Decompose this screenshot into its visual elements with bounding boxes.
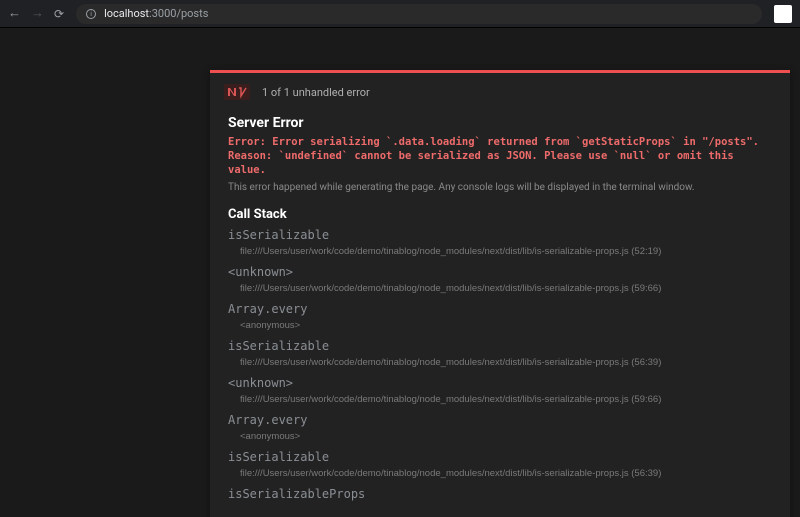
frame-function: Array.every bbox=[228, 302, 772, 316]
stack-frame: isSerializable file:///Users/user/work/co… bbox=[228, 339, 772, 368]
extension-icon[interactable] bbox=[774, 5, 792, 23]
frame-function: <unknown> bbox=[228, 265, 772, 279]
error-title: Server Error bbox=[228, 115, 772, 131]
frame-function: isSerializable bbox=[228, 450, 772, 464]
url-host: localhost bbox=[104, 7, 149, 20]
frame-function: isSerializableProps bbox=[228, 487, 772, 501]
browser-toolbar: ← → ⟳ i localhost:3000/posts bbox=[0, 0, 800, 28]
frame-function: isSerializable bbox=[228, 228, 772, 242]
error-header: 1 of 1 unhandled error bbox=[210, 73, 790, 111]
address-bar[interactable]: i localhost:3000/posts bbox=[76, 4, 762, 24]
page-viewport: 1 of 1 unhandled error Server Error Erro… bbox=[0, 28, 800, 517]
stack-frame: isSerializable file:///Users/user/work/co… bbox=[228, 450, 772, 479]
frame-location: file:///Users/user/work/code/demo/tinabl… bbox=[240, 246, 772, 257]
error-overlay: 1 of 1 unhandled error Server Error Erro… bbox=[210, 70, 790, 517]
url-path: :3000/posts bbox=[149, 7, 208, 20]
error-message-line1: Error: Error serializing `.data.loading`… bbox=[228, 135, 772, 149]
stack-frame: <unknown> file:///Users/user/work/code/de… bbox=[228, 265, 772, 294]
error-body: Server Error Error: Error serializing `.… bbox=[210, 115, 790, 501]
stack-frame: Array.every <anonymous> bbox=[228, 413, 772, 442]
error-count: 1 of 1 unhandled error bbox=[262, 86, 370, 99]
frame-function: isSerializable bbox=[228, 339, 772, 353]
callstack-list: isSerializable file:///Users/user/work/co… bbox=[228, 228, 772, 501]
nextjs-logo-icon bbox=[224, 83, 250, 101]
stack-frame: isSerializableProps bbox=[228, 487, 772, 501]
nav-controls: ← → ⟳ bbox=[8, 7, 64, 21]
frame-function: <unknown> bbox=[228, 376, 772, 390]
reload-button[interactable]: ⟳ bbox=[54, 7, 64, 21]
frame-function: Array.every bbox=[228, 413, 772, 427]
site-info-icon[interactable]: i bbox=[86, 9, 96, 19]
url-text: localhost:3000/posts bbox=[104, 7, 208, 20]
frame-location: file:///Users/user/work/code/demo/tinabl… bbox=[240, 357, 772, 368]
frame-location: <anonymous> bbox=[240, 431, 772, 442]
frame-location: file:///Users/user/work/code/demo/tinabl… bbox=[240, 283, 772, 294]
forward-button[interactable]: → bbox=[31, 7, 44, 20]
callstack-title: Call Stack bbox=[228, 207, 772, 222]
frame-location: file:///Users/user/work/code/demo/tinabl… bbox=[240, 468, 772, 479]
stack-frame: isSerializable file:///Users/user/work/co… bbox=[228, 228, 772, 257]
stack-frame: Array.every <anonymous> bbox=[228, 302, 772, 331]
stack-frame: <unknown> file:///Users/user/work/code/de… bbox=[228, 376, 772, 405]
error-note: This error happened while generating the… bbox=[228, 182, 772, 193]
error-message-line2: Reason: `undefined` cannot be serialized… bbox=[228, 149, 772, 177]
frame-location: <anonymous> bbox=[240, 320, 772, 331]
frame-location: file:///Users/user/work/code/demo/tinabl… bbox=[240, 394, 772, 405]
back-button[interactable]: ← bbox=[8, 7, 21, 20]
